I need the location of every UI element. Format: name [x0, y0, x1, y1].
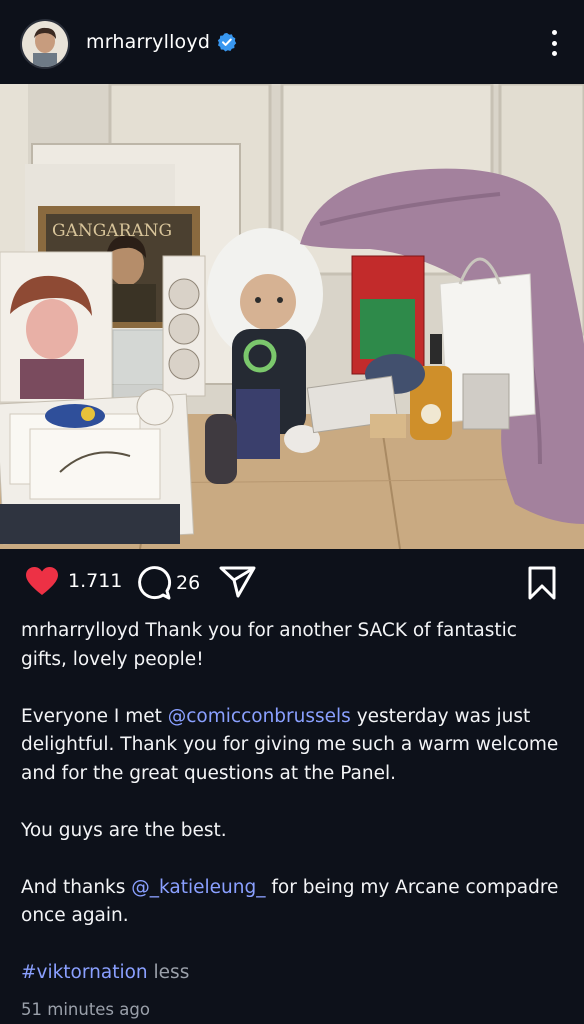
caption-paragraph-3: You guys are the best.: [21, 819, 227, 841]
bookmark-action: [527, 565, 557, 601]
like-count[interactable]: 1.711: [68, 570, 122, 592]
poster-title: GANGARANG: [52, 221, 172, 241]
post-header: mrharrylloyd: [0, 0, 584, 84]
post-timestamp: 51 minutes ago: [21, 999, 150, 1019]
post-caption: mrharrylloyd Thank you for another SACK …: [21, 617, 566, 1024]
comment-icon[interactable]: [136, 565, 172, 601]
action-bar: 1.711 26: [0, 565, 584, 605]
share-icon[interactable]: [219, 565, 257, 599]
hashtag-viktornation[interactable]: #viktornation: [21, 962, 148, 983]
more-options-icon[interactable]: [550, 30, 558, 56]
like-action: 1.711: [24, 565, 122, 597]
mention-comicconbrussels[interactable]: @comicconbrussels: [168, 706, 351, 727]
share-action: [219, 565, 257, 599]
caption-paragraph-2: Everyone I met @comicconbrussels yesterd…: [21, 705, 559, 784]
caption-paragraph-5: #viktornation less: [21, 959, 566, 988]
avatar[interactable]: [22, 21, 68, 67]
comment-action: 26: [136, 565, 200, 601]
caption-paragraph-1: mrharrylloyd Thank you for another SACK …: [21, 620, 517, 670]
mention-katieleung[interactable]: @_katieleung_: [131, 877, 265, 898]
comment-count[interactable]: 26: [176, 572, 200, 594]
heart-icon[interactable]: [24, 565, 60, 597]
caption-paragraph-4: And thanks @_katieleung_ for being my Ar…: [21, 876, 559, 927]
caption-username[interactable]: mrharrylloyd: [21, 620, 140, 641]
less-button[interactable]: less: [148, 962, 190, 983]
username[interactable]: mrharrylloyd: [86, 31, 210, 53]
post-photo[interactable]: GANGARANG: [0, 84, 584, 549]
verified-badge-icon: [217, 33, 237, 52]
bookmark-icon[interactable]: [527, 565, 557, 601]
